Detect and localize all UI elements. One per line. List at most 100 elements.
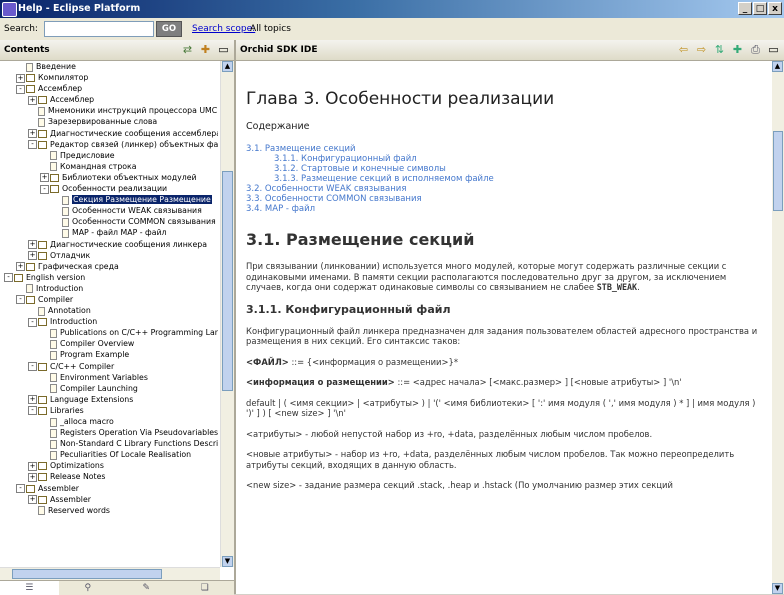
tree-item[interactable]: - Introduction xyxy=(0,316,218,327)
tree-item[interactable]: + Компилятор xyxy=(0,72,218,83)
tree-item[interactable]: + Графическая среда xyxy=(0,261,218,272)
toc-link[interactable]: 3.3. Особенности COMMON связывания xyxy=(246,194,760,204)
tree-item[interactable]: - Compiler xyxy=(0,294,218,305)
minimize-button[interactable]: _ xyxy=(738,2,752,15)
forward-arrow-icon[interactable]: ⇨ xyxy=(695,43,708,56)
doc-scroll-thumb[interactable] xyxy=(773,131,783,211)
expand-icon[interactable]: + xyxy=(28,251,37,261)
document-vertical-scrollbar[interactable]: ▲ ▼ xyxy=(772,61,784,594)
maximize-button[interactable]: □ xyxy=(753,2,767,15)
tree-horizontal-scrollbar[interactable] xyxy=(0,567,220,580)
tree-item[interactable]: MAP - файл MAP - файл xyxy=(0,227,218,238)
hscroll-thumb[interactable] xyxy=(12,569,162,579)
expand-icon[interactable]: + xyxy=(28,95,37,105)
tree-item[interactable]: Reserved words xyxy=(0,505,218,516)
tree-item[interactable]: Зарезервированные слова xyxy=(0,116,218,127)
scroll-thumb[interactable] xyxy=(222,171,233,391)
contents-tab-icon[interactable]: ☰ xyxy=(0,581,59,595)
scroll-up-arrow[interactable]: ▲ xyxy=(222,61,233,72)
go-button[interactable]: GO xyxy=(156,21,182,37)
tree-item[interactable]: Командная строка xyxy=(0,161,218,172)
tree-item[interactable]: + Assembler xyxy=(0,494,218,505)
tree-item-label: Библиотеки объектных модулей xyxy=(62,172,197,182)
collapse-icon[interactable]: - xyxy=(40,184,49,194)
tree-vertical-scrollbar[interactable]: ▲ ▼ xyxy=(220,61,234,567)
tree-item[interactable]: Особенности COMMON связывания xyxy=(0,216,218,227)
tree-item[interactable]: + Отладчик xyxy=(0,250,218,261)
doc-scroll-down-arrow[interactable]: ▼ xyxy=(772,583,783,594)
scroll-down-arrow[interactable]: ▼ xyxy=(222,556,233,567)
tree-item[interactable]: + Optimizations xyxy=(0,460,218,471)
search-input[interactable] xyxy=(44,21,154,37)
tree-item[interactable]: Особенности WEAK связывания xyxy=(0,205,218,216)
tree-item[interactable]: Мнемоники инструкций процессора UMC xyxy=(0,105,218,116)
maximize-pane-icon[interactable]: ▭ xyxy=(217,43,230,56)
tree-item[interactable]: + Диагностические сообщения ассемблера xyxy=(0,128,218,139)
show-in-contents-icon[interactable]: ⇅ xyxy=(713,43,726,56)
tree-item[interactable]: Предисловие xyxy=(0,150,218,161)
tree-item[interactable]: Program Example xyxy=(0,349,218,360)
tree-item[interactable]: Environment Variables xyxy=(0,372,218,383)
toc-link[interactable]: 3.1.3. Размещение секций в исполняемом ф… xyxy=(246,174,760,184)
tree-item[interactable]: Секция Размещение Размещение xyxy=(0,194,218,205)
expand-icon[interactable]: + xyxy=(16,73,25,83)
tree-item[interactable]: + Библиотеки объектных модулей xyxy=(0,172,218,183)
tree-item[interactable]: - Libraries xyxy=(0,405,218,416)
tree-item[interactable]: - Особенности реализации xyxy=(0,183,218,194)
bookmark-icon[interactable]: ✚ xyxy=(731,43,744,56)
tree-item[interactable]: - English version xyxy=(0,272,218,283)
expand-icon[interactable]: + xyxy=(16,262,25,272)
toc-link[interactable]: 3.2. Особенности WEAK связывания xyxy=(246,184,760,194)
tree-item[interactable]: - Редактор связей (линкер) объектных файл… xyxy=(0,139,218,150)
tree-item[interactable]: + Language Extensions xyxy=(0,394,218,405)
toc-link[interactable]: 3.1.2. Стартовые и конечные символы xyxy=(246,164,760,174)
tree-item[interactable]: + Диагностические сообщения линкера xyxy=(0,239,218,250)
expand-icon[interactable]: + xyxy=(28,129,37,139)
expand-icon[interactable]: + xyxy=(28,395,37,405)
collapse-icon[interactable]: - xyxy=(4,273,13,283)
index-tab-icon[interactable]: ⚲ xyxy=(59,581,118,595)
expand-icon[interactable]: + xyxy=(28,240,37,249)
tree-item[interactable]: Введение xyxy=(0,61,218,72)
tree-item[interactable]: - Ассемблер xyxy=(0,83,218,94)
page-icon xyxy=(50,428,57,438)
collapse-icon[interactable]: - xyxy=(28,317,37,327)
tree-item[interactable]: Introduction xyxy=(0,283,218,294)
toc-link[interactable]: 3.1. Размещение секций xyxy=(246,144,760,154)
collapse-icon[interactable]: - xyxy=(16,295,25,305)
expand-icon[interactable]: + xyxy=(28,461,37,471)
tree-item[interactable]: - C/C++ Compiler xyxy=(0,361,218,372)
maximize-pane-icon[interactable]: ▭ xyxy=(767,43,780,56)
collapse-icon[interactable]: - xyxy=(28,362,37,372)
tree-item[interactable]: Peculiarities Of Locale Realisation xyxy=(0,449,218,460)
toc-link[interactable]: 3.1.1. Конфигурационный файл xyxy=(246,154,760,164)
tree-item[interactable]: _alloca macro xyxy=(0,416,218,427)
link-with-contents-icon[interactable]: ⇄ xyxy=(181,43,194,56)
tree-item[interactable]: Annotation xyxy=(0,305,218,316)
tree-item[interactable]: Publications on C/C++ Programming Langua… xyxy=(0,327,218,338)
toc-link[interactable]: 3.4. MAP - файл xyxy=(246,204,760,214)
collapse-icon[interactable]: - xyxy=(16,484,25,494)
tree-item[interactable]: Non-Standard C Library Functions Descrip… xyxy=(0,438,218,449)
tree-item[interactable]: + Release Notes xyxy=(0,471,218,482)
collapse-icon[interactable]: - xyxy=(28,406,37,416)
collapse-icon[interactable]: - xyxy=(16,84,25,94)
tree-item[interactable]: Registers Operation Via Pseudovariables xyxy=(0,427,218,438)
expand-icon[interactable]: + xyxy=(28,495,37,505)
search-results-tab-icon[interactable]: ✎ xyxy=(117,581,176,595)
collapse-icon[interactable]: - xyxy=(28,140,37,150)
doc-scroll-up-arrow[interactable]: ▲ xyxy=(772,61,783,72)
tree-item[interactable]: + Ассемблер xyxy=(0,94,218,105)
expand-icon[interactable]: + xyxy=(28,472,37,482)
print-icon[interactable]: ⎙ xyxy=(749,43,762,56)
show-all-topics-icon[interactable]: ✚ xyxy=(199,43,212,56)
back-arrow-icon[interactable]: ⇦ xyxy=(677,43,690,56)
expand-icon[interactable]: + xyxy=(40,173,49,183)
search-scope-link[interactable]: Search scope: xyxy=(192,24,255,34)
close-button[interactable]: x xyxy=(768,2,782,15)
bookmarks-tab-icon[interactable]: ❏ xyxy=(176,581,235,595)
page-icon xyxy=(38,506,45,516)
tree-item[interactable]: - Assembler xyxy=(0,483,218,494)
tree-item[interactable]: Compiler Overview xyxy=(0,338,218,349)
tree-item[interactable]: Compiler Launching xyxy=(0,383,218,394)
